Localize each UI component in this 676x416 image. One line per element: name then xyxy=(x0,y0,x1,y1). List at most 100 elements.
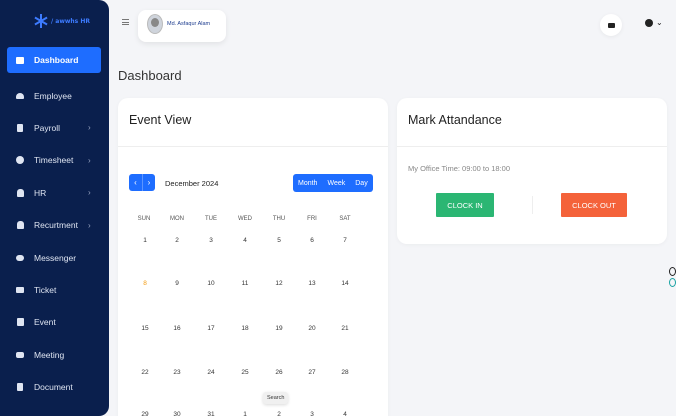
calendar-icon xyxy=(16,318,24,327)
calendar-day[interactable]: 10 xyxy=(196,280,226,287)
users-icon xyxy=(16,92,24,100)
calendar-day[interactable]: 12 xyxy=(264,280,294,287)
calendar-day[interactable]: 11 xyxy=(230,280,260,287)
weekday-header: FRI xyxy=(307,216,317,222)
document-icon xyxy=(16,383,24,392)
calendar-day[interactable]: 2 xyxy=(162,237,192,244)
sidebar-item-ticket[interactable]: Ticket xyxy=(0,274,109,306)
calendar-day[interactable]: 21 xyxy=(330,325,360,332)
calendar-day[interactable]: 4 xyxy=(230,237,260,244)
ticket-icon xyxy=(16,286,24,294)
day-view-button[interactable]: Day xyxy=(350,174,372,192)
avatar xyxy=(147,14,163,34)
chevron-right-icon: › xyxy=(88,155,91,165)
calendar-day[interactable]: 1 xyxy=(130,237,160,244)
calendar-day[interactable]: 15 xyxy=(130,325,160,332)
calendar-day[interactable]: 28 xyxy=(330,369,360,376)
chevron-right-icon: › xyxy=(88,188,91,198)
mail-button[interactable] xyxy=(600,14,622,36)
event-view-card: Event View ‹ › December 2024 Month Week … xyxy=(118,98,388,416)
globe-icon xyxy=(645,18,653,27)
sidebar: / awwhs HR Dashboard Employee Payroll › Time… xyxy=(0,0,109,416)
calendar-day[interactable]: 26 xyxy=(264,369,294,376)
calendar-day[interactable]: 18 xyxy=(230,325,260,332)
sidebar-item-label: Document xyxy=(34,382,73,393)
calendar-day[interactable]: 13 xyxy=(297,280,327,287)
page-title: Dashboard xyxy=(118,68,182,83)
calendar-day[interactable]: 9 xyxy=(162,280,192,287)
document-icon xyxy=(16,123,24,132)
calendar-nav: ‹ › xyxy=(129,174,155,191)
sidebar-item-label: Timesheet xyxy=(34,155,74,166)
calendar-day[interactable]: 24 xyxy=(196,369,226,376)
envelope-icon xyxy=(607,22,615,28)
attendance-title: Mark Attandance xyxy=(408,113,502,127)
calendar-day[interactable]: 4 xyxy=(330,411,360,416)
user-name: Md. Asfaqur Alam xyxy=(167,21,211,27)
clock-icon xyxy=(16,156,24,165)
calendar-day[interactable]: 20 xyxy=(297,325,327,332)
menu-toggle-icon[interactable] xyxy=(122,19,129,25)
calendar-day[interactable]: 23 xyxy=(162,369,192,376)
calendar-day[interactable]: 2 xyxy=(264,411,294,416)
sidebar-item-label: Meeting xyxy=(34,349,65,360)
sidebar-item-label: Payroll xyxy=(34,122,60,133)
calendar-day[interactable]: 3 xyxy=(196,237,226,244)
calendar-day[interactable]: 3 xyxy=(297,411,327,416)
calendar-day[interactable]: 22 xyxy=(130,369,160,376)
sidebar-item-payroll[interactable]: Payroll › xyxy=(0,112,109,144)
calendar-day[interactable]: 19 xyxy=(264,325,294,332)
language-selector[interactable]: ⌄ xyxy=(645,18,663,27)
sidebar-item-meeting[interactable]: Meeting xyxy=(0,339,109,371)
sidebar-item-label: Event xyxy=(34,317,56,328)
event-view-title: Event View xyxy=(129,113,192,127)
floating-widget[interactable] xyxy=(669,267,676,291)
user-profile-chip[interactable]: Md. Asfaqur Alam xyxy=(138,10,226,42)
sidebar-item-label: Ticket xyxy=(34,284,57,295)
calendar-day[interactable]: 1 xyxy=(230,411,260,416)
sidebar-item-label: Recurtment xyxy=(34,220,78,231)
close-icon[interactable] xyxy=(669,267,676,276)
month-view-button[interactable]: Month xyxy=(293,174,322,192)
logo[interactable]: / awwhs HR xyxy=(34,14,90,28)
next-month-button[interactable]: › xyxy=(142,174,155,191)
calendar-day[interactable]: 5 xyxy=(264,237,294,244)
weekday-header: MON xyxy=(170,216,184,222)
divider xyxy=(397,146,667,147)
sidebar-item-hr[interactable]: HR › xyxy=(0,177,109,209)
calendar-day[interactable]: 7 xyxy=(330,237,360,244)
calendar-day[interactable]: 25 xyxy=(230,369,260,376)
sidebar-item-event[interactable]: Event xyxy=(0,306,109,338)
attendance-card: Mark Attandance My Office Time: 09:00 to… xyxy=(397,98,667,244)
sidebar-item-messenger[interactable]: Messenger xyxy=(0,241,109,273)
prev-month-button[interactable]: ‹ xyxy=(129,174,142,191)
calendar-day[interactable]: 16 xyxy=(162,325,192,332)
person-icon xyxy=(16,221,24,230)
sidebar-item-dashboard[interactable]: Dashboard xyxy=(7,47,101,73)
office-time: My Office Time: 09:00 to 18:00 xyxy=(408,164,510,173)
clock-in-button[interactable]: CLOCK IN xyxy=(436,193,494,217)
sidebar-item-recurtment[interactable]: Recurtment › xyxy=(0,209,109,241)
sidebar-item-document[interactable]: Document xyxy=(0,371,109,403)
calendar-day[interactable]: 31 xyxy=(196,411,226,416)
calendar-day[interactable]: 27 xyxy=(297,369,327,376)
divider xyxy=(118,146,388,147)
calendar-day[interactable]: 30 xyxy=(162,411,192,416)
meeting-icon xyxy=(16,351,24,359)
week-view-button[interactable]: Week xyxy=(322,174,350,192)
calendar-day[interactable]: 8 xyxy=(130,280,160,287)
sidebar-item-timesheet[interactable]: Timesheet › xyxy=(0,144,109,176)
calendar-day[interactable]: 14 xyxy=(330,280,360,287)
logo-mark-icon xyxy=(34,14,48,28)
calendar-day[interactable]: 29 xyxy=(130,411,160,416)
calendar-day[interactable]: 6 xyxy=(297,237,327,244)
clock-out-button[interactable]: CLOCK OUT xyxy=(561,193,627,217)
widget-icon[interactable] xyxy=(669,278,676,287)
sidebar-item-label: Messenger xyxy=(34,252,77,263)
calendar-day[interactable]: 17 xyxy=(196,325,226,332)
chat-icon xyxy=(16,254,24,262)
weekday-header: SUN xyxy=(137,216,151,222)
sidebar-item-employee[interactable]: Employee xyxy=(0,79,109,111)
sidebar-item-label: Dashboard xyxy=(34,55,79,65)
calendar-month-label: December 2024 xyxy=(165,179,219,188)
